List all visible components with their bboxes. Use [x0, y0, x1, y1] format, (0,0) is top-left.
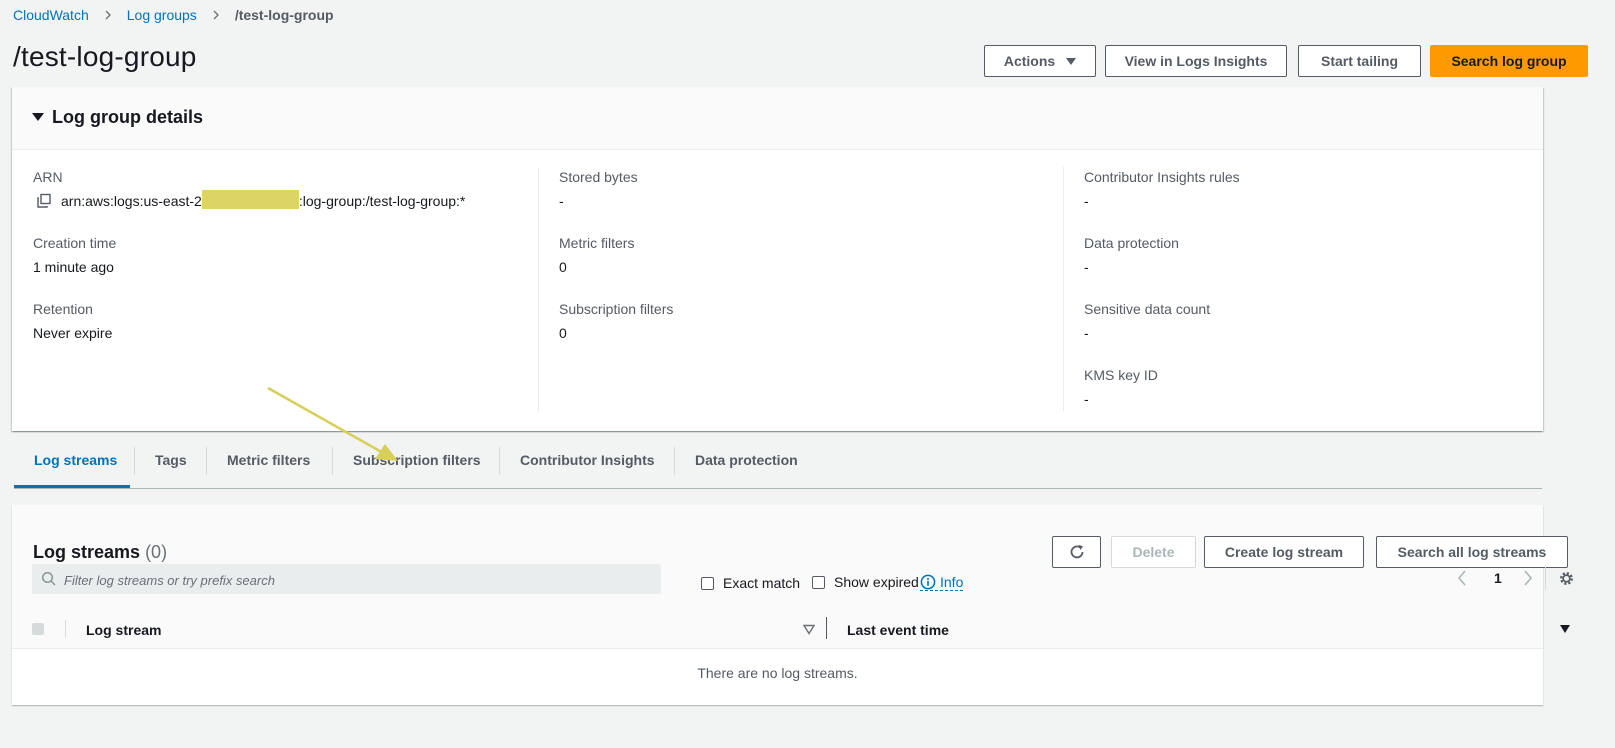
search-icon — [41, 571, 56, 586]
log-streams-count: (0) — [145, 542, 168, 562]
kms-key-label: KMS key ID — [1084, 367, 1158, 383]
show-expired-checkbox[interactable] — [812, 576, 825, 589]
copy-icon[interactable] — [36, 193, 52, 209]
exact-match-checkbox[interactable] — [701, 577, 714, 590]
log-streams-title: Log streams (0) — [33, 542, 167, 563]
annotation-arrow — [267, 386, 398, 461]
arn-label: ARN — [33, 169, 63, 185]
chevron-right-icon[interactable] — [1522, 569, 1534, 587]
arn-prefix: arn:aws:logs:us-east-2 — [61, 193, 202, 209]
select-all-checkbox — [32, 623, 44, 635]
contributor-insights-label: Contributor Insights rules — [1084, 169, 1240, 185]
log-streams-header: Log streams (0) Delete Create log stream… — [12, 505, 1573, 611]
tab-tags[interactable]: Tags — [155, 452, 187, 472]
column-divider — [65, 620, 66, 638]
arn-value: arn:aws:logs:us-east-2 :log-group:/test-l… — [36, 190, 466, 209]
retention-label: Retention — [33, 301, 93, 317]
view-in-logs-insights-button[interactable]: View in Logs Insights — [1105, 45, 1287, 77]
exact-match-label: Exact match — [723, 575, 801, 591]
create-log-stream-button[interactable]: Create log stream — [1204, 536, 1364, 568]
search-log-group-button[interactable]: Search log group — [1430, 45, 1588, 77]
search-all-log-streams-button[interactable]: Search all log streams — [1376, 536, 1568, 568]
refresh-icon — [1070, 545, 1083, 559]
pagination-divider — [1545, 566, 1546, 590]
metric-filters-label: Metric filters — [559, 235, 635, 251]
actions-label: Actions — [1003, 53, 1056, 69]
chevron-left-icon[interactable] — [1456, 569, 1468, 587]
tabs-baseline — [14, 488, 1542, 489]
caret-down-icon — [1066, 57, 1077, 65]
tab-contributor-insights[interactable]: Contributor Insights — [520, 452, 655, 472]
creation-time-value: 1 minute ago — [33, 259, 114, 275]
subscription-filters-label: Subscription filters — [559, 301, 674, 317]
log-streams-title-text: Log streams — [33, 542, 141, 562]
sensitive-data-label: Sensitive data count — [1084, 301, 1211, 317]
breadcrumb: CloudWatch Log groups /test-log-group — [13, 5, 334, 25]
chevron-right-icon — [105, 10, 111, 20]
empty-state-text: There are no log streams. — [697, 665, 858, 681]
arn-suffix: :log-group:/test-log-group:* — [298, 193, 466, 209]
active-tab-indicator — [14, 485, 130, 488]
column-resizer[interactable] — [826, 617, 827, 639]
tab-divider — [674, 447, 675, 475]
sensitive-data-value: - — [1084, 325, 1089, 341]
column-divider — [1063, 167, 1064, 411]
column-divider — [538, 167, 539, 411]
chevron-right-icon — [213, 10, 219, 20]
column-header-last-event-time[interactable]: Last event time — [847, 622, 949, 638]
kms-key-value: - — [1084, 391, 1089, 407]
data-protection-value: - — [1084, 259, 1089, 275]
breadcrumb-log-groups[interactable]: Log groups — [127, 7, 197, 23]
metric-filters-value: 0 — [559, 259, 567, 275]
tab-divider — [206, 447, 207, 475]
breadcrumb-current: /test-log-group — [234, 7, 334, 23]
log-group-details-panel: Log group details ARN arn:aws:logs:us-ea… — [12, 87, 1543, 431]
stored-bytes-label: Stored bytes — [559, 169, 638, 185]
start-tailing-button[interactable]: Start tailing — [1298, 45, 1421, 77]
subscription-filters-value: 0 — [559, 325, 567, 341]
breadcrumb-cloudwatch[interactable]: CloudWatch — [13, 7, 89, 23]
table-header — [12, 610, 1543, 649]
details-title: Log group details — [52, 107, 203, 127]
refresh-button[interactable] — [1052, 536, 1101, 568]
tab-data-protection[interactable]: Data protection — [695, 452, 798, 472]
contributor-insights-value: - — [1084, 193, 1089, 209]
page-title: /test-log-group — [13, 41, 197, 72]
actions-button[interactable]: Actions — [984, 45, 1096, 77]
tab-log-streams[interactable]: Log streams — [34, 452, 117, 472]
column-header-log-stream[interactable]: Log stream — [86, 622, 161, 638]
stored-bytes-value: - — [559, 193, 564, 209]
sort-icon[interactable] — [803, 624, 815, 635]
gear-icon[interactable] — [1558, 570, 1575, 587]
retention-value: Never expire — [33, 325, 113, 341]
log-streams-panel: Log streams (0) Delete Create log stream… — [12, 505, 1573, 705]
page-number[interactable]: 1 — [1494, 570, 1502, 586]
info-label: Info — [940, 574, 964, 590]
delete-button[interactable]: Delete — [1111, 536, 1196, 568]
details-header[interactable]: Log group details — [12, 87, 1543, 150]
show-expired-label: Show expired — [834, 574, 919, 590]
info-icon — [920, 574, 936, 590]
data-protection-label: Data protection — [1084, 235, 1179, 251]
creation-time-label: Creation time — [33, 235, 117, 251]
caret-down-icon — [32, 113, 44, 121]
info-link[interactable]: Info — [920, 574, 964, 591]
filter-log-streams-input[interactable] — [62, 564, 656, 596]
tab-divider — [499, 447, 500, 475]
sort-descending-icon[interactable] — [1559, 624, 1571, 634]
redaction-block — [201, 190, 299, 209]
filter-log-streams-field — [32, 564, 661, 596]
tab-divider — [134, 447, 135, 475]
